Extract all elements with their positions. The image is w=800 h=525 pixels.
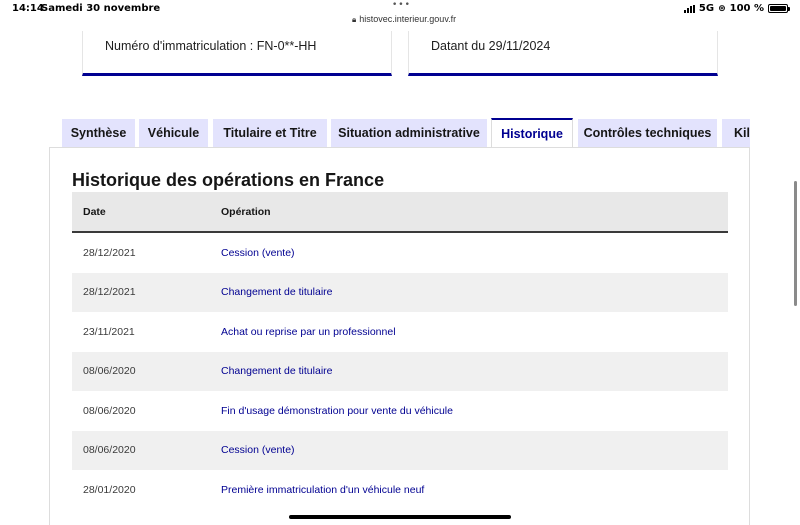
tab-titulaire[interactable]: Titulaire et Titre <box>213 119 327 147</box>
url-text: histovec.interieur.gouv.fr <box>359 14 457 24</box>
table-body: 28/12/2021 Cession (vente) 28/12/2021 Ch… <box>72 233 728 510</box>
table-row: 28/12/2021 Changement de titulaire <box>72 272 728 312</box>
column-header-operation: Opération <box>221 205 271 218</box>
row-operation: Cession (vente) <box>221 444 295 457</box>
address-bar[interactable]: 🔒︎ histovec.interieur.gouv.fr <box>352 14 456 25</box>
scrollbar[interactable] <box>794 181 797 306</box>
report-date: Datant du 29/11/2024 <box>431 39 551 53</box>
signal-icon <box>683 4 695 13</box>
network-label: 5G <box>698 3 715 14</box>
row-date: 28/12/2021 <box>83 286 136 299</box>
row-operation: Fin d'usage démonstration pour vente du … <box>221 404 453 417</box>
tab-historique[interactable]: Historique <box>491 118 573 148</box>
row-operation: Première immatriculation d'un véhicule n… <box>221 483 425 496</box>
tab-vehicule[interactable]: Véhicule <box>139 119 208 147</box>
status-date: Samedi 30 novembre <box>41 3 161 14</box>
row-date: 28/01/2020 <box>83 483 136 496</box>
home-indicator[interactable] <box>289 515 511 519</box>
row-operation: Achat ou reprise par un professionnel <box>221 325 396 338</box>
table-row: 08/06/2020 Changement de titulaire <box>72 351 728 391</box>
tab-bar: Synthèse Véhicule Titulaire et Titre Sit… <box>60 118 750 148</box>
battery-icon <box>768 4 790 13</box>
page-title: Historique des opérations en France <box>72 170 385 190</box>
tab-situation-administrative[interactable]: Situation administrative <box>331 119 487 147</box>
status-bar: 14:14 Samedi 30 novembre ••• 🔒︎ histovec.… <box>0 0 800 31</box>
orientation-lock-icon: ⊛ <box>718 3 726 14</box>
row-operation: Changement de titulaire <box>221 365 333 378</box>
plate-card: Numéro d'immatriculation : FN-0**-HH <box>82 31 392 76</box>
table-row: 23/11/2021 Achat ou reprise par un profe… <box>72 312 728 352</box>
row-operation: Changement de titulaire <box>221 286 333 299</box>
row-date: 08/06/2020 <box>83 404 136 417</box>
table-header: Date Opération <box>72 192 728 233</box>
table-row: 08/06/2020 Fin d'usage démonstration pou… <box>72 391 728 431</box>
table-row: 28/01/2020 Première immatriculation d'un… <box>72 470 728 510</box>
history-table: Date Opération 28/12/2021 Cession (vente… <box>72 192 728 510</box>
tab-kilometrage[interactable]: Kilo <box>722 119 750 147</box>
table-row: 28/12/2021 Cession (vente) <box>72 233 728 273</box>
report-date-card: Datant du 29/11/2024 <box>408 31 718 76</box>
battery-label: 100 % <box>729 3 764 14</box>
lock-icon: 🔒︎ <box>352 15 357 24</box>
more-dots-icon[interactable]: ••• <box>392 0 411 10</box>
plate-number: Numéro d'immatriculation : FN-0**-HH <box>105 39 317 53</box>
column-header-date: Date <box>83 205 106 218</box>
row-date: 08/06/2020 <box>83 444 136 457</box>
row-date: 23/11/2021 <box>83 325 135 338</box>
row-date: 28/12/2021 <box>83 246 136 259</box>
tab-synthese[interactable]: Synthèse <box>62 119 135 147</box>
tab-controles-techniques[interactable]: Contrôles techniques <box>578 119 717 147</box>
table-row: 08/06/2020 Cession (vente) <box>72 430 728 470</box>
row-date: 08/06/2020 <box>83 365 136 378</box>
row-operation: Cession (vente) <box>221 246 295 259</box>
status-time: 14:14 <box>12 3 44 14</box>
status-right: 5G ⊛ 100 % <box>683 3 790 14</box>
